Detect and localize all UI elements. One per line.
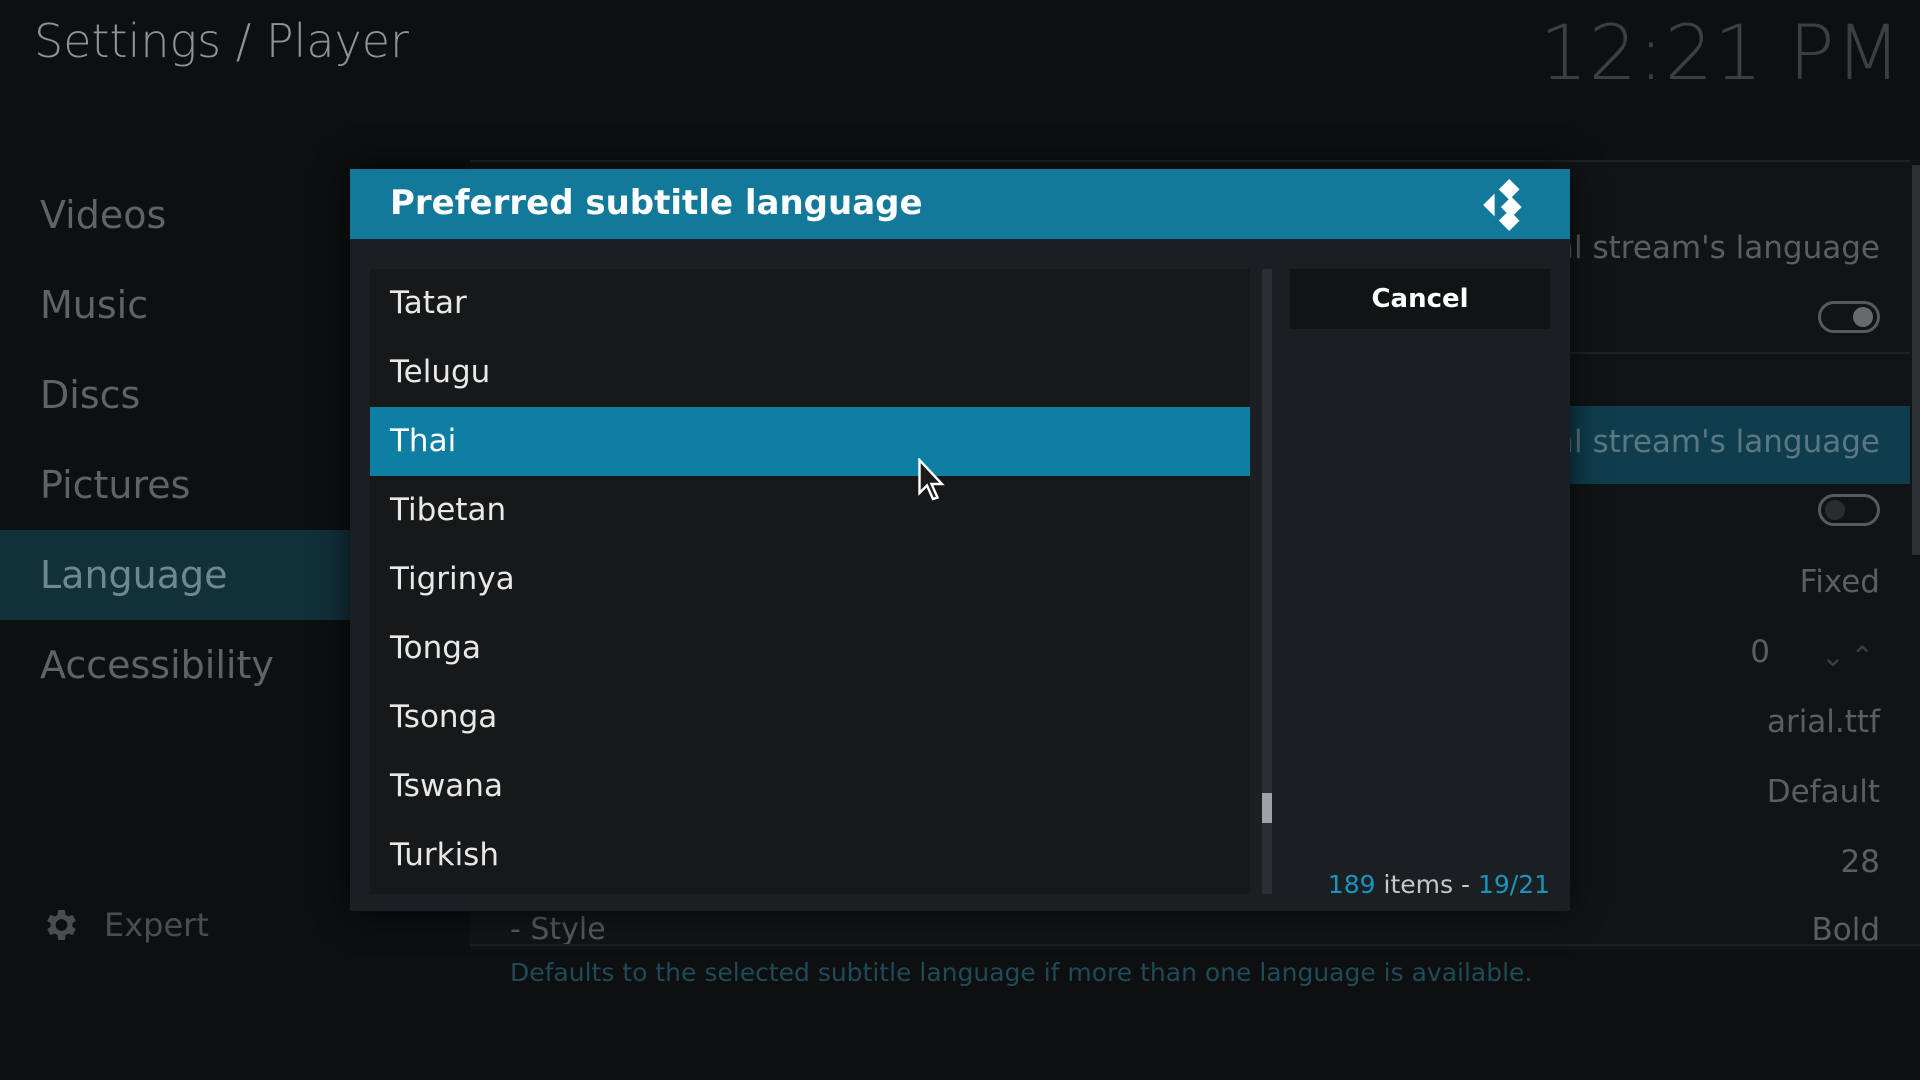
list-item[interactable]: Turkish xyxy=(370,821,1250,890)
list-item[interactable]: Tibetan xyxy=(370,476,1250,545)
clock: 12:21 PM xyxy=(1539,8,1902,97)
divider xyxy=(470,160,1910,162)
setting-value[interactable]: 28 xyxy=(1841,844,1880,880)
settings-scrollbar[interactable] xyxy=(1912,165,1920,555)
gear-icon xyxy=(47,910,76,940)
list-item[interactable]: Tswana xyxy=(370,752,1250,821)
dialog-title: Preferred subtitle language xyxy=(390,183,923,223)
list-item-selected[interactable]: Thai xyxy=(370,407,1250,476)
setting-value[interactable]: Default xyxy=(1767,774,1880,810)
item-count-text: items - xyxy=(1375,870,1478,899)
item-count-number: 189 xyxy=(1327,870,1376,899)
page-indicator: 19/21 xyxy=(1477,870,1550,899)
setting-label-style[interactable]: - Style xyxy=(510,912,606,947)
toggle-knob xyxy=(1853,307,1873,327)
expert-level-button[interactable]: Expert xyxy=(40,895,209,955)
page-title: Settings / Player xyxy=(34,14,409,68)
kodi-logo-icon xyxy=(1483,179,1522,231)
list-item[interactable]: Telugu xyxy=(370,338,1250,407)
list-item[interactable]: Tigrinya xyxy=(370,545,1250,614)
toggle-on[interactable] xyxy=(1818,301,1880,333)
mouse-pointer-icon xyxy=(918,458,945,501)
list-item[interactable]: Tatar xyxy=(370,269,1250,338)
list-scrollbar[interactable] xyxy=(1262,269,1272,894)
language-list[interactable]: Tatar Telugu Thai Tibetan Tigrinya Tonga… xyxy=(370,269,1250,894)
list-item[interactable]: Tonga xyxy=(370,614,1250,683)
toggle-knob xyxy=(1825,500,1845,520)
toggle-off[interactable] xyxy=(1818,494,1880,526)
expert-label: Expert xyxy=(104,906,209,944)
setting-value[interactable]: 0 xyxy=(1750,634,1770,670)
spin-arrows[interactable]: ⌄⌃ xyxy=(1821,640,1880,673)
list-item[interactable]: Tsonga xyxy=(370,683,1250,752)
cancel-button[interactable]: Cancel xyxy=(1290,269,1550,329)
item-count: 189 items - 19/21 xyxy=(1328,870,1550,899)
scrollbar-thumb[interactable] xyxy=(1262,793,1272,823)
divider xyxy=(470,944,1920,946)
setting-value[interactable]: Fixed xyxy=(1800,564,1880,600)
help-text: Defaults to the selected subtitle langua… xyxy=(510,958,1533,987)
setting-value-style[interactable]: Bold xyxy=(1811,912,1880,948)
select-dialog: Preferred subtitle language Tatar Telugu… xyxy=(350,169,1570,911)
dialog-header: Preferred subtitle language xyxy=(350,169,1570,239)
setting-value[interactable]: arial.ttf xyxy=(1767,704,1880,740)
